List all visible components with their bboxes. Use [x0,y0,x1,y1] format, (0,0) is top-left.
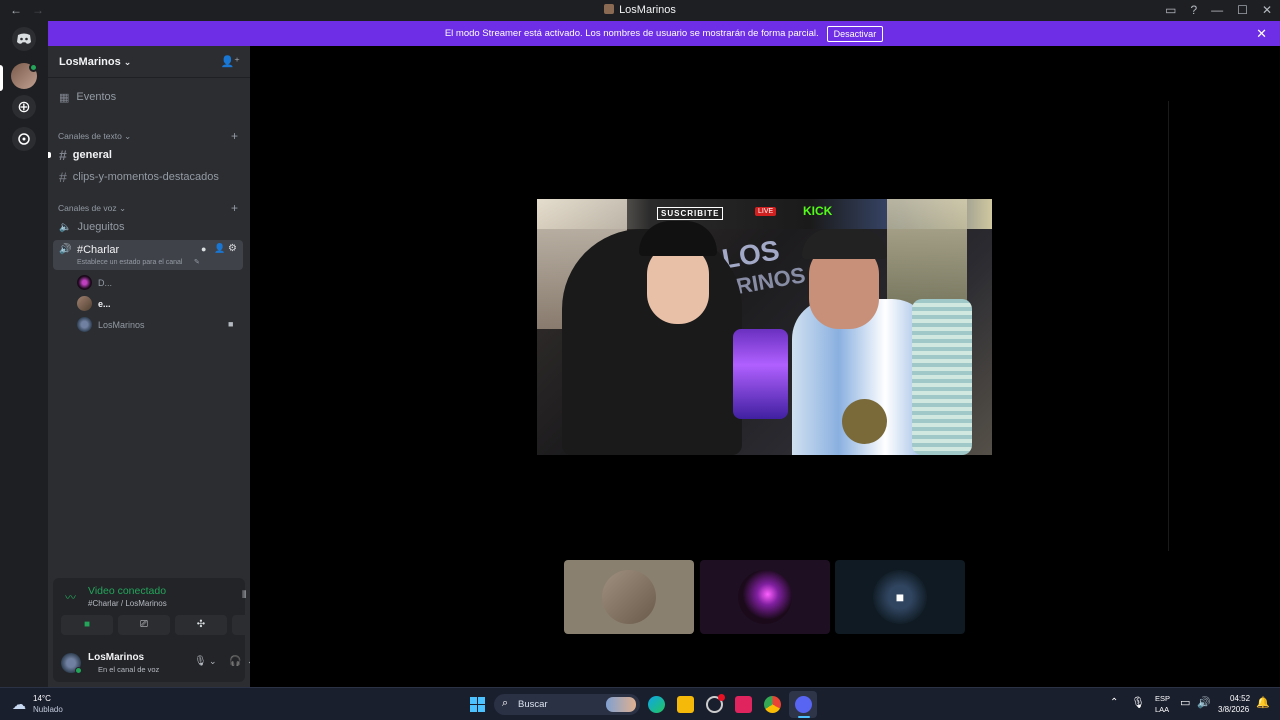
window-controls: ▭ ? — ☐ ✕ [1165,3,1272,17]
invite-people-icon[interactable]: 👤⁺ [220,55,240,68]
chrome-icon[interactable] [764,696,781,713]
add-voice-channel-icon[interactable]: + [231,201,238,215]
screen-share-button[interactable]: ⎚ [118,615,170,635]
notification-bell-icon[interactable]: 🔔 [1256,696,1270,709]
window-title: LosMarinos [0,4,1280,16]
windows-logo-icon [470,697,477,704]
server-icon-small [604,4,615,14]
maximize-button[interactable]: ☐ [1237,3,1248,17]
voice-channel-jueguitos[interactable]: 🔈 Jueguitos [53,217,243,237]
voice-user-2[interactable]: e... [77,296,111,311]
headphones-icon[interactable]: 🎧 [229,656,241,667]
voice-indicator-icon [29,63,38,72]
avatar [738,570,792,624]
avatar [77,296,92,311]
discord-home-icon[interactable] [12,27,36,51]
pencil-icon[interactable]: ✎ [194,258,200,266]
speaker-icon: 🔈 [59,221,72,233]
camera-icon: ■ [228,319,234,329]
add-text-channel-icon[interactable]: + [231,129,238,143]
participant-tile-2[interactable] [700,560,830,634]
server-list: ⊕ [0,21,48,687]
channel-sidebar: LosMarinos ⌄ 👤⁺ ▦ Eventos Canales de tex… [48,46,284,687]
chevron-down-icon: ⌄ [123,57,132,67]
close-window-button[interactable]: ✕ [1262,3,1272,17]
volume-icon[interactable]: 🔊 [1197,696,1211,709]
streamer-mode-banner: El modo Streamer está activado. Los nomb… [48,21,1280,46]
chevron-up-icon[interactable]: ⌃ [1110,697,1118,708]
voice-user-3[interactable]: LosMarinos [77,317,145,332]
face-left [647,244,709,324]
chat-bubble-icon[interactable]: ● [201,244,206,254]
voice-channel-charlar[interactable]: 🔊 #Charlar Establece un estado para el c… [53,240,243,270]
hashtag-icon: # [59,169,67,185]
speaker-icon: 🔊 [59,244,72,255]
thermos [912,299,972,455]
edge-icon[interactable] [648,696,665,713]
voice-status-panel: 〰 Video conectado #Charlar / LosMarinos … [53,578,284,682]
inbox-icon[interactable]: ▭ [1165,3,1176,17]
minimize-button[interactable]: — [1211,3,1223,17]
noise-suppression-icon[interactable]: ⦀ [242,590,246,601]
chevron-down-icon: ⌄ [124,131,132,141]
video-camera-icon: ■ [895,589,905,605]
jersey-right [887,199,967,309]
hashtag-icon: # [59,147,67,163]
network-icon[interactable]: ▭ [1180,696,1190,709]
help-icon[interactable]: ? [1190,3,1197,17]
avatar: ■ [873,570,927,624]
screen-share-icon: ⎚ [140,619,148,630]
gear-icon[interactable]: ⚙ [228,243,237,254]
tiktok-icon[interactable] [735,696,752,713]
search-highlight-icon [606,697,636,712]
cap-right [802,229,887,259]
calendar-icon: ▦ [59,91,70,104]
avatar [602,570,656,624]
title-bar: ← → LosMarinos ▭ ? — ☐ ✕ [0,0,1280,21]
video-stage: SUSCRIBITE LIVE KICK LOS MARINOS ■ [250,46,1280,687]
video-camera-icon: ■ [83,619,91,630]
main-video-stream[interactable]: SUSCRIBITE LIVE KICK LOS MARINOS [537,199,992,455]
search-box[interactable]: ⌕ Buscar [494,694,640,715]
file-explorer-icon[interactable] [677,696,694,713]
signal-icon: 〰 [65,592,76,604]
notification-badge [718,694,725,701]
microphone-icon[interactable]: 🎙 [1131,696,1145,709]
unread-indicator [48,152,51,158]
microphone-purple [733,329,788,419]
cloud-icon: ☁ [12,696,26,712]
selected-server-pill [0,65,3,91]
channel-general[interactable]: # general [53,145,243,165]
activities-button[interactable]: ✣ [175,615,227,635]
channel-clips[interactable]: # clips-y-momentos-destacados [53,167,243,187]
avatar [77,317,92,332]
discord-taskbar-icon[interactable] [795,696,812,713]
server-header[interactable]: LosMarinos ⌄ 👤⁺ [48,46,250,78]
start-button[interactable] [470,697,485,712]
invite-icon[interactable]: 👤 [214,243,225,254]
deactivate-button[interactable]: Desactivar [826,25,884,42]
microphone-icon[interactable]: 🎙 [194,656,207,667]
explore-icon[interactable] [12,127,36,151]
chevron-down-icon[interactable]: ⌄ [209,656,217,667]
online-status-icon [75,667,82,674]
participant-tile-1[interactable] [564,560,694,634]
mate-cup [842,399,887,444]
activities-icon: ✣ [196,619,206,630]
search-icon: ⌕ [502,697,509,709]
avatar [77,275,92,290]
divider [1168,101,1169,551]
windows-taskbar: ☁ 14°C Nublado ⌕ Buscar ⌃ 🎙 ESP LAA ▭ 🔊 … [0,687,1280,720]
active-indicator [798,716,810,718]
add-server-icon[interactable]: ⊕ [12,95,36,119]
close-icon[interactable]: ✕ [1256,26,1267,42]
voice-category-header[interactable]: Canales de voz ⌄ [58,203,126,214]
participant-tile-3[interactable]: ■ [835,560,965,634]
camera-button[interactable]: ■ [61,615,113,635]
voice-user-1[interactable]: D... [77,275,112,290]
chevron-down-icon: ⌄ [118,203,127,213]
events-item[interactable]: ▦ Eventos [53,87,243,107]
text-category-header[interactable]: Canales de texto ⌄ [58,131,131,142]
